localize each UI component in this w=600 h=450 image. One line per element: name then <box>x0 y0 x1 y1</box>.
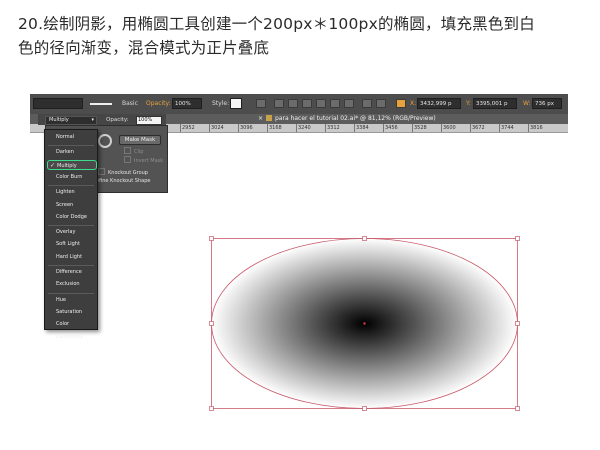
make-mask-button[interactable]: Make Mask <box>119 135 161 145</box>
stroke-style-label[interactable]: Basic <box>122 97 138 110</box>
stroke-preview[interactable] <box>90 97 120 110</box>
blend-mode-option-screen[interactable]: Screen <box>45 200 97 210</box>
blend-mode-option-luminosity[interactable]: Luminosity <box>45 332 97 342</box>
menu-separator <box>48 265 94 266</box>
blend-mode-option-difference[interactable]: Difference <box>45 267 97 277</box>
knockout-group-label: Knockout Group <box>108 170 148 176</box>
close-tab-icon[interactable]: × <box>258 115 263 122</box>
align-center-icon[interactable] <box>288 99 298 108</box>
object-thumbnail[interactable] <box>98 134 112 148</box>
checkbox-icon <box>124 156 131 163</box>
style-swatch[interactable] <box>230 98 242 109</box>
center-point <box>363 322 366 325</box>
knockout-shape-option[interactable]: efine Knockout Shape <box>96 177 150 185</box>
ruler-tick: 3168 <box>267 124 282 132</box>
blend-mode-menu: Normal Darken ✓ Multiply Color Burn Lighten Sc… <box>44 129 98 340</box>
blend-mode-option-overlay[interactable]: Overlay <box>45 227 97 237</box>
blend-mode-option-multiply[interactable]: ✓ Multiply <box>47 159 97 170</box>
knockout-shape-label: efine Knockout Shape <box>96 178 151 184</box>
opacity-label[interactable]: Opacity: <box>146 97 171 110</box>
transparency-header: Multiply ▾ Opacity: 100% <box>38 114 166 125</box>
align-middle-icon[interactable] <box>330 99 340 108</box>
canvas-ellipse-area <box>209 236 520 411</box>
y-label: Y: <box>466 100 471 107</box>
ruler-tick: 3240 <box>296 124 311 132</box>
ruler-tick: 3528 <box>412 124 427 132</box>
w-label: W: <box>523 100 531 107</box>
y-field[interactable]: 3395,001 p <box>473 98 517 109</box>
blend-mode-option-hue[interactable]: Hue <box>45 295 97 305</box>
knockout-group-checkbox[interactable]: Knockout Group <box>98 168 148 177</box>
menu-separator <box>48 185 94 187</box>
panel-opacity-field[interactable]: 100% <box>136 116 162 125</box>
menu-separator <box>48 225 94 227</box>
ruler-tick: 3312 <box>325 124 340 132</box>
x-field[interactable]: 3432,999 p <box>417 98 461 109</box>
invert-mask-label: Invert Mask <box>134 158 164 164</box>
resize-handle[interactable] <box>209 406 214 411</box>
align-top-icon[interactable] <box>316 99 326 108</box>
control-bar: Basic Opacity: 100% Style: X: 3432,999 p… <box>30 94 568 115</box>
checkbox-icon <box>98 168 105 175</box>
transform-icon[interactable] <box>376 99 386 108</box>
ruler-tick: 3672 <box>470 124 485 132</box>
clip-checkbox[interactable]: Clip <box>124 147 143 156</box>
ruler-tick: 3384 <box>354 124 369 132</box>
distribute-icon[interactable] <box>362 99 372 108</box>
resize-handle[interactable] <box>515 406 520 411</box>
tutorial-caption: 20.绘制阴影，用椭圆工具创建一个200px＊100px的椭圆，填充黑色到白 色… <box>18 12 588 60</box>
ruler-tick: 3096 <box>238 124 253 132</box>
reference-point-icon[interactable] <box>396 99 406 108</box>
menu-separator <box>48 292 94 294</box>
blend-mode-value: Multiply <box>49 117 69 123</box>
blend-mode-option-darken[interactable]: Darken <box>45 147 97 157</box>
caption-line-2: 色的径向渐变，混合模式为正片叠底 <box>18 39 270 57</box>
resize-handle[interactable] <box>515 321 520 326</box>
blend-mode-option-normal[interactable]: Normal <box>45 132 97 142</box>
ruler-tick: 3456 <box>383 124 398 132</box>
chevron-down-icon: ▾ <box>91 117 94 123</box>
resize-handle[interactable] <box>209 321 214 326</box>
opacity-field[interactable]: 100% <box>172 98 202 109</box>
blend-mode-select[interactable]: Multiply ▾ <box>45 116 97 125</box>
ruler-tick: 3816 <box>528 124 543 132</box>
ruler-tick: 3600 <box>441 124 456 132</box>
document-title: para hacer el tutorial 02.ai* @ 81,12% (… <box>275 115 436 122</box>
recolor-icon[interactable] <box>256 99 266 108</box>
blend-mode-option-lighten[interactable]: Lighten <box>45 187 97 197</box>
panel-opacity-label: Opacity: <box>106 117 129 123</box>
resize-handle[interactable] <box>209 236 214 241</box>
resize-handle[interactable] <box>362 236 367 241</box>
blend-mode-option-hard-light[interactable]: Hard Light <box>45 252 97 262</box>
document-tab[interactable]: × para hacer el tutorial 02.ai* @ 81,12% … <box>258 114 436 124</box>
blend-mode-option-color[interactable]: Color <box>45 319 97 329</box>
ruler-tick: 2952 <box>180 124 195 132</box>
ruler-tick: 3744 <box>499 124 514 132</box>
resize-handle[interactable] <box>515 236 520 241</box>
caption-line-1: 20.绘制阴影，用椭圆工具创建一个200px＊100px的椭圆，填充黑色到白 <box>18 15 535 33</box>
blend-mode-option-color-burn[interactable]: Color Burn <box>45 172 97 182</box>
align-icon[interactable] <box>274 99 284 108</box>
align-bottom-icon[interactable] <box>344 99 354 108</box>
clip-label: Clip <box>134 149 144 155</box>
resize-handle[interactable] <box>362 406 367 411</box>
w-field[interactable]: 736 px <box>532 98 562 109</box>
invert-mask-checkbox[interactable]: Invert Mask <box>124 156 163 165</box>
blend-mode-option-color-dodge[interactable]: Color Dodge <box>45 212 97 222</box>
menu-separator <box>48 145 94 147</box>
ai-file-icon <box>266 115 273 121</box>
blend-mode-option-exclusion[interactable]: Exclusion <box>45 279 97 289</box>
blend-mode-option-saturation[interactable]: Saturation <box>45 307 97 317</box>
checkbox-icon <box>124 147 131 154</box>
check-icon: ✓ <box>50 161 56 169</box>
ruler-tick: 3024 <box>209 124 224 132</box>
blend-mode-option-soft-light[interactable]: Soft Light <box>45 239 97 249</box>
fill-swatch-field[interactable] <box>33 98 83 109</box>
x-label: X: <box>410 100 417 107</box>
align-right-icon[interactable] <box>302 99 312 108</box>
style-label: Style: <box>212 100 230 107</box>
